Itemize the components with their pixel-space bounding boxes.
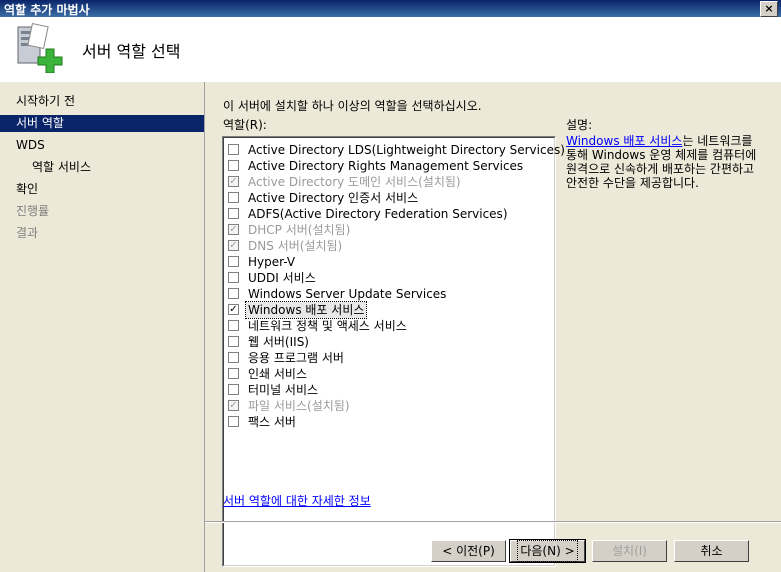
role-label: Active Directory 인증서 서비스 <box>248 191 419 205</box>
title-bar: 역할 추가 마법사 × <box>0 0 781 17</box>
checkbox-icon[interactable] <box>228 384 239 395</box>
role-label: Active Directory LDS(Lightweight Directo… <box>248 143 565 157</box>
description-link[interactable]: Windows 배포 서비스 <box>566 134 682 148</box>
install-button-label: 설치(I) <box>612 544 647 558</box>
step-results: 결과 <box>16 226 39 240</box>
wizard-content: 이 서버에 설치할 하나 이상의 역할을 선택하십시오. 역할(R): Acti… <box>205 82 781 572</box>
step-server-roles[interactable]: 서버 역할 <box>0 115 204 132</box>
checkbox-checked-icon: ✓ <box>228 400 239 411</box>
role-label: Active Directory 도메인 서비스(설치됨) <box>248 175 461 189</box>
step-progress: 진행률 <box>16 204 50 218</box>
role-label: 팩스 서버 <box>248 415 296 429</box>
role-label: DNS 서버(설치됨) <box>248 239 343 253</box>
role-label: Windows 배포 서비스 <box>244 301 368 319</box>
checkbox-icon[interactable] <box>228 352 239 363</box>
role-label: 파일 서비스(설치됨) <box>248 399 350 413</box>
checkbox-checked-icon[interactable]: ✓ <box>228 304 239 315</box>
cancel-button-label: 취소 <box>700 544 723 558</box>
role-label: UDDI 서비스 <box>248 271 316 285</box>
checkbox-icon[interactable] <box>228 272 239 283</box>
window-title: 역할 추가 마법사 <box>4 3 90 17</box>
role-label: 웹 서버(IIS) <box>248 335 309 349</box>
step-before-you-begin[interactable]: 시작하기 전 <box>0 93 204 110</box>
server-roles-icon <box>17 23 63 73</box>
next-button[interactable]: 다음(N) > <box>509 539 586 563</box>
back-button[interactable]: < 이전(P) <box>431 540 506 562</box>
role-label: ADFS(Active Directory Federation Service… <box>248 207 508 221</box>
role-label: Hyper-V <box>248 255 296 269</box>
checkbox-icon[interactable] <box>228 336 239 347</box>
checkbox-icon[interactable] <box>228 368 239 379</box>
role-label: 터미널 서비스 <box>248 383 319 397</box>
checkbox-icon[interactable] <box>228 208 239 219</box>
role-label: Active Directory Rights Management Servi… <box>248 159 524 173</box>
next-button-label: 다음(N) > <box>517 540 578 562</box>
checkbox-checked-icon: ✓ <box>228 224 239 235</box>
description-title: 설명: <box>566 118 593 132</box>
more-info-link[interactable]: 서버 역할에 대한 자세한 정보 <box>223 492 371 509</box>
checkbox-checked-icon: ✓ <box>228 240 239 251</box>
step-confirmation[interactable]: 확인 <box>0 181 204 198</box>
checkbox-icon[interactable] <box>228 416 239 427</box>
role-label: 인쇄 서비스 <box>248 367 308 381</box>
close-button[interactable]: × <box>760 1 778 17</box>
checkbox-icon[interactable] <box>228 320 239 331</box>
page-title: 서버 역할 선택 <box>82 42 181 61</box>
checkbox-icon[interactable] <box>228 288 239 299</box>
button-separator <box>205 521 781 523</box>
wizard-steps: 시작하기 전 서버 역할 WDS 역할 서비스 확인 진행률 결과 <box>0 82 205 572</box>
instruction-text: 이 서버에 설치할 하나 이상의 역할을 선택하십시오. <box>223 99 482 113</box>
role-label: 네트워크 정책 및 액세스 서비스 <box>248 319 407 333</box>
checkbox-icon[interactable] <box>228 192 239 203</box>
role-label: 응용 프로그램 서버 <box>248 351 344 365</box>
roles-label: 역할(R): <box>223 118 267 132</box>
checkbox-icon[interactable] <box>228 144 239 155</box>
checkbox-checked-icon: ✓ <box>228 176 239 187</box>
step-wds[interactable]: WDS <box>0 137 204 154</box>
step-role-services[interactable]: 역할 서비스 <box>0 159 204 176</box>
cancel-button[interactable]: 취소 <box>674 540 749 562</box>
install-button: 설치(I) <box>592 540 667 562</box>
checkbox-icon[interactable] <box>228 160 239 171</box>
checkbox-icon[interactable] <box>228 256 239 267</box>
role-label: Windows Server Update Services <box>248 287 447 301</box>
wizard-header: 서버 역할 선택 <box>0 17 781 83</box>
description-text: Windows 배포 서비스는 네트워크를 통해 Windows 운영 체제를 … <box>566 134 766 190</box>
role-label: DHCP 서버(설치됨) <box>248 223 351 237</box>
back-button-label: < 이전(P) <box>442 544 495 558</box>
